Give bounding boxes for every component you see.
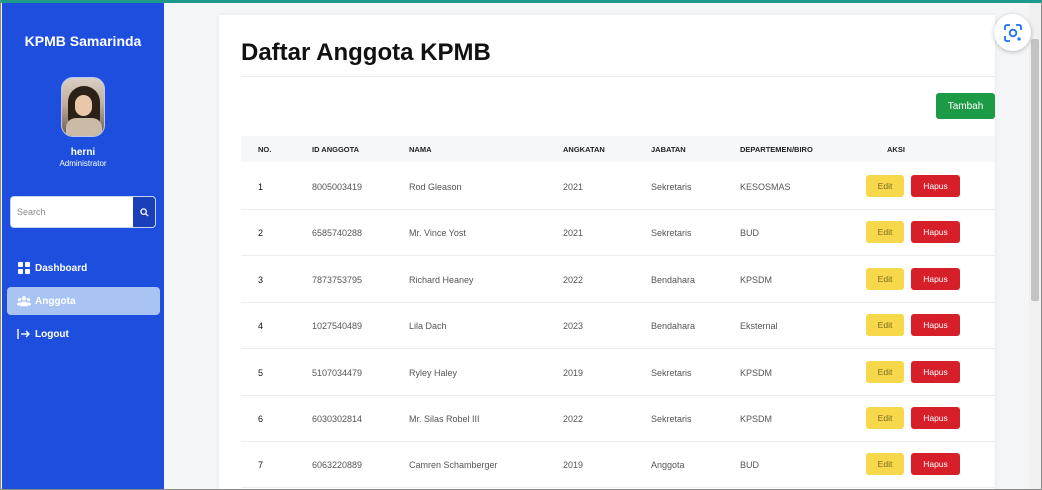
cell-no: 4 bbox=[258, 321, 264, 332]
cell-no: 5 bbox=[258, 367, 264, 378]
divider bbox=[241, 76, 995, 77]
lens-icon bbox=[1003, 23, 1022, 42]
cell-id: 5107034479 bbox=[312, 367, 363, 378]
cell-nama: Lila Dach bbox=[409, 321, 447, 332]
delete-button[interactable]: Hapus bbox=[911, 407, 960, 429]
cell-angkatan: 2021 bbox=[563, 182, 584, 192]
delete-button[interactable]: Hapus bbox=[911, 314, 960, 337]
cell-nama: Richard Heaney bbox=[409, 274, 474, 285]
cell-nama: Mr. Vince Yost bbox=[409, 228, 466, 239]
cell-no: 3 bbox=[258, 274, 264, 285]
nav-dashboard-label: Dashboard bbox=[35, 262, 88, 274]
scroll-thumb[interactable] bbox=[1031, 39, 1039, 301]
cell-no: 6 bbox=[258, 414, 264, 424]
header-jabatan: JABATAN bbox=[651, 145, 686, 154]
header-no: NO. bbox=[258, 145, 272, 154]
search-icon bbox=[139, 207, 149, 217]
header-id: ID ANGGOTA bbox=[312, 145, 360, 154]
grid-icon bbox=[17, 262, 31, 274]
cell-jabatan: Sekretaris bbox=[651, 228, 692, 239]
search-button[interactable] bbox=[133, 197, 155, 227]
cell-nama: Camren Schamberger bbox=[409, 460, 498, 471]
cell-no: 1 bbox=[258, 182, 264, 192]
table-row: 5 5107034479 Ryley Haley 2019 Sekretaris KPSD… bbox=[241, 350, 995, 396]
search-box bbox=[10, 196, 156, 228]
members-card: Daftar Anggota KPMB Tambah NO. ID ANGGOT… bbox=[219, 15, 995, 489]
delete-button[interactable]: Hapus bbox=[911, 453, 960, 476]
edit-button[interactable]: Edit bbox=[866, 314, 904, 337]
cell-jabatan: Bendahara bbox=[651, 274, 696, 285]
edit-button[interactable]: Edit bbox=[866, 267, 904, 290]
app-window: KPMB Samarinda herni Administrator Searc… bbox=[0, 0, 1042, 490]
edit-button[interactable]: Edit bbox=[866, 175, 904, 197]
cell-departemen: KESOSMAS bbox=[740, 182, 791, 192]
table-row: 6 6030302814 Mr. Silas Robel III 2022 Sekret… bbox=[241, 396, 995, 442]
cell-angkatan: 2022 bbox=[563, 414, 584, 424]
delete-button[interactable]: Hapus bbox=[911, 267, 960, 290]
nav-logout-label: Logout bbox=[35, 328, 69, 340]
users-icon bbox=[17, 295, 31, 307]
scrollbar[interactable] bbox=[1029, 3, 1041, 489]
cell-id: 6030302814 bbox=[312, 414, 363, 424]
table-row: 7 6063220889 Camren Schamberger 2019 Anggota… bbox=[241, 442, 995, 489]
header-aksi: AKSI bbox=[887, 145, 905, 154]
table-row: 3 7873753795 Richard Heaney 2022 Bendahara KP… bbox=[241, 257, 995, 303]
avatar bbox=[61, 77, 105, 137]
sidebar: KPMB Samarinda herni Administrator Searc… bbox=[2, 3, 164, 489]
cell-id: 1027540489 bbox=[312, 321, 363, 332]
cell-departemen: KPSDM bbox=[740, 414, 773, 424]
delete-button[interactable]: Hapus bbox=[911, 221, 960, 244]
user-name: herni bbox=[70, 147, 96, 158]
page-title: Daftar Anggota KPMB bbox=[241, 39, 491, 66]
table-row: 4 1027540489 Lila Dach 2023 Bendahara Ekstern… bbox=[241, 303, 995, 350]
nav-logout[interactable]: Logout bbox=[7, 320, 160, 348]
delete-button[interactable]: Hapus bbox=[911, 175, 960, 197]
header-angkatan: ANGKATAN bbox=[563, 145, 605, 154]
header-departemen: DEPARTEMEN/BIRO bbox=[740, 145, 813, 154]
cell-departemen: KPSDM bbox=[740, 367, 773, 378]
brand-title: KPMB Samarinda bbox=[24, 33, 142, 49]
cell-departemen: Eksternal bbox=[740, 321, 778, 332]
search-input[interactable] bbox=[11, 197, 133, 227]
nav-dashboard[interactable]: Dashboard bbox=[7, 254, 160, 282]
cell-jabatan: Sekretaris bbox=[651, 414, 692, 424]
cell-jabatan: Bendahara bbox=[651, 321, 696, 332]
cell-no: 2 bbox=[258, 228, 264, 239]
cell-angkatan: 2022 bbox=[563, 274, 584, 285]
cell-jabatan: Sekretaris bbox=[651, 367, 692, 378]
table-row: 2 6585740288 Mr. Vince Yost 2021 Sekretaris B… bbox=[241, 210, 995, 257]
header-nama: NAMA bbox=[409, 145, 432, 154]
table-row: 1 8005003419 Rod Gleason 2021 Sekretaris KESO… bbox=[241, 164, 995, 210]
nav-anggota[interactable]: Anggota bbox=[7, 287, 160, 315]
add-member-button[interactable]: Tambah bbox=[936, 93, 995, 119]
cell-nama: Ryley Haley bbox=[409, 367, 458, 378]
cell-id: 6063220889 bbox=[312, 460, 363, 471]
cell-angkatan: 2023 bbox=[563, 321, 584, 332]
cell-jabatan: Sekretaris bbox=[651, 182, 692, 192]
lens-button[interactable] bbox=[994, 14, 1031, 51]
nav-anggota-label: Anggota bbox=[35, 295, 76, 307]
table-header: NO. ID ANGGOTA NAMA ANGKATAN JABATAN DEP… bbox=[241, 136, 995, 162]
cell-angkatan: 2021 bbox=[563, 228, 584, 239]
edit-button[interactable]: Edit bbox=[866, 453, 904, 476]
cell-id: 6585740288 bbox=[312, 228, 363, 239]
cell-nama: Mr. Silas Robel III bbox=[409, 414, 480, 424]
logout-icon bbox=[17, 328, 31, 340]
cell-id: 8005003419 bbox=[312, 182, 363, 192]
edit-button[interactable]: Edit bbox=[866, 360, 904, 383]
delete-button[interactable]: Hapus bbox=[911, 360, 960, 383]
cell-id: 7873753795 bbox=[312, 274, 363, 285]
edit-button[interactable]: Edit bbox=[866, 221, 904, 244]
cell-jabatan: Anggota bbox=[651, 460, 685, 471]
cell-no: 7 bbox=[258, 460, 264, 471]
cell-departemen: BUD bbox=[740, 460, 760, 471]
edit-button[interactable]: Edit bbox=[866, 407, 904, 429]
user-role: Administrator bbox=[59, 159, 107, 168]
cell-angkatan: 2019 bbox=[563, 367, 584, 378]
cell-nama: Rod Gleason bbox=[409, 182, 462, 192]
cell-departemen: BUD bbox=[740, 228, 760, 239]
cell-departemen: KPSDM bbox=[740, 274, 773, 285]
main-content: Daftar Anggota KPMB Tambah NO. ID ANGGOT… bbox=[164, 3, 1041, 489]
cell-angkatan: 2019 bbox=[563, 460, 584, 471]
